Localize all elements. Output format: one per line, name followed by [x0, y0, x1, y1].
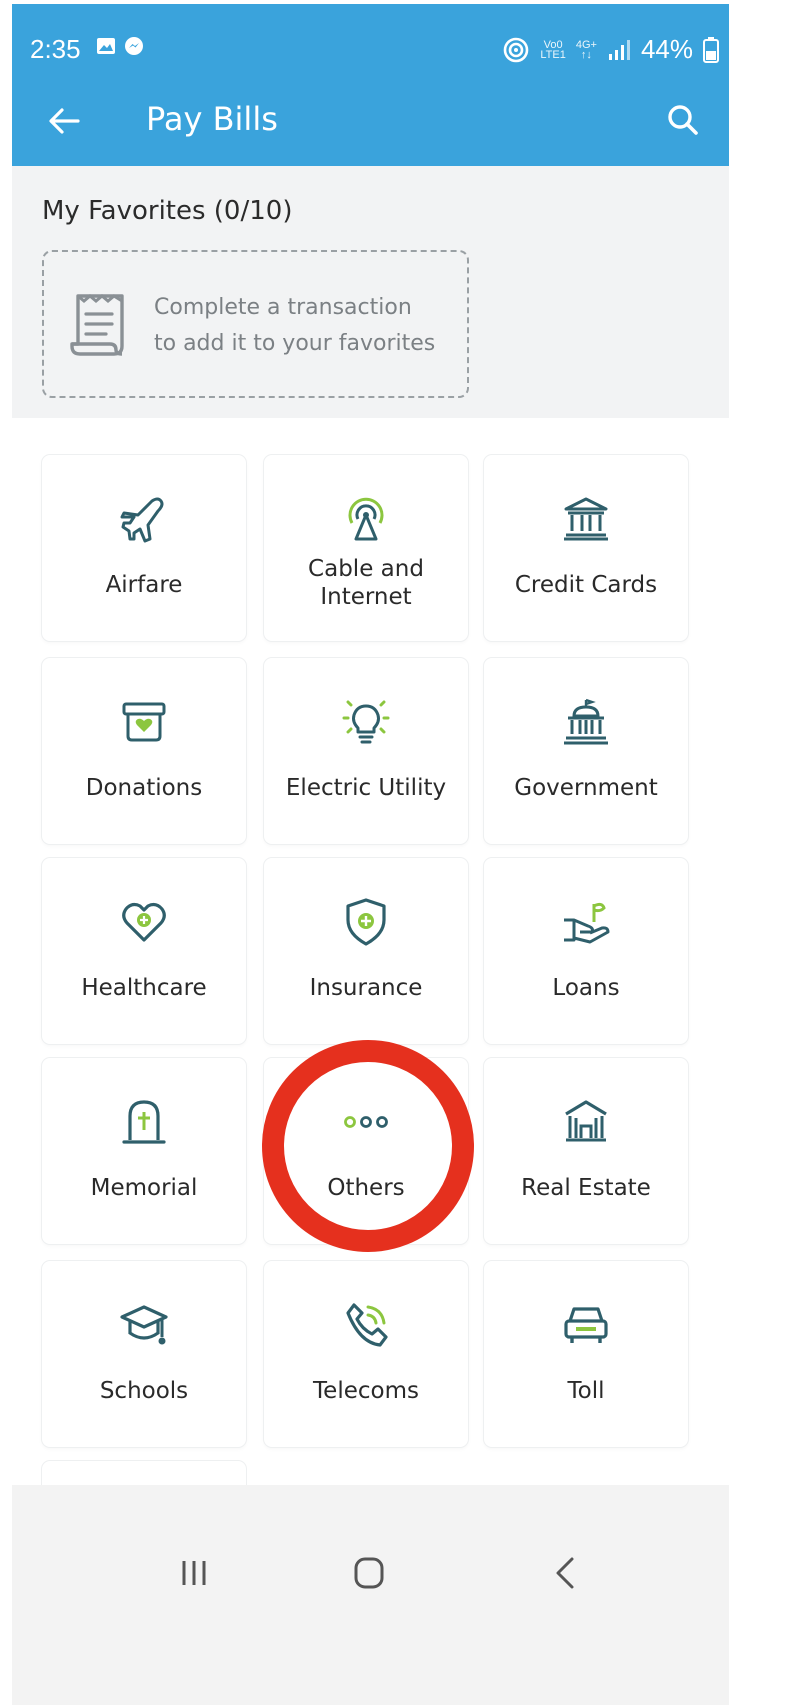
status-time: 2:35	[30, 34, 81, 64]
category-label: Memorial	[90, 1175, 198, 1201]
car-icon	[564, 1307, 608, 1343]
gallery-notification-icon	[97, 38, 115, 54]
category-memorial[interactable]: Memorial	[42, 1058, 246, 1244]
status-bar: 2:35 Vo0 LTE1 4G+ ↑↓ 44%	[12, 4, 729, 78]
category-donations[interactable]: Donations	[42, 658, 246, 844]
tombstone-icon	[122, 1100, 166, 1144]
favorites-empty-placeholder: Complete a transaction to add it to your…	[42, 250, 469, 398]
category-label: Healthcare	[81, 975, 207, 1001]
home-icon[interactable]	[349, 1553, 389, 1593]
category-label: Government	[514, 775, 658, 801]
app-bar: Pay Bills	[12, 78, 729, 166]
hotspot-icon	[504, 37, 529, 62]
category-insurance[interactable]: Insurance	[264, 858, 468, 1044]
page-title: Pay Bills	[146, 100, 278, 138]
shield-plus-icon	[346, 898, 386, 946]
government-building-icon	[564, 698, 608, 745]
heart-plus-icon	[122, 902, 166, 942]
status-right: Vo0 LTE1 4G+ ↑↓ 44%	[502, 34, 719, 65]
category-label: Cable and Internet	[308, 556, 424, 610]
category-label: Donations	[85, 775, 203, 801]
category-schools[interactable]: Schools	[42, 1261, 246, 1447]
category-electric-utility[interactable]: Electric Utility	[264, 658, 468, 844]
signal-icon	[608, 39, 630, 60]
antenna-icon	[348, 497, 384, 541]
bank-icon	[564, 497, 608, 541]
graduation-cap-icon	[120, 1305, 168, 1345]
back-nav-icon[interactable]	[546, 1553, 586, 1593]
battery-percent: 44%	[640, 34, 693, 64]
favorites-section: My Favorites (0/10) Complete a transacti…	[12, 166, 729, 418]
favorites-title: My Favorites (0/10)	[42, 196, 293, 226]
phone-icon	[346, 1303, 388, 1347]
system-nav-bar	[12, 1485, 729, 1705]
category-label: Loans	[552, 975, 620, 1001]
receipt-icon	[70, 294, 124, 356]
donation-box-icon	[122, 702, 166, 742]
category-label: Insurance	[309, 975, 423, 1001]
category-government[interactable]: Government	[484, 658, 688, 844]
category-label: Telecoms	[313, 1378, 419, 1404]
hand-plant-icon	[564, 902, 610, 944]
category-real-estate[interactable]: Real Estate	[484, 1058, 688, 1244]
airplane-icon	[120, 497, 164, 543]
category-toll[interactable]: Toll	[484, 1261, 688, 1447]
category-label: Airfare	[105, 572, 183, 598]
favorites-empty-text: Complete a transaction to add it to your…	[154, 295, 436, 356]
network-speed: 4G+ ↑↓	[575, 38, 597, 61]
category-label: Schools	[99, 1378, 189, 1404]
highlight-circle	[262, 1040, 474, 1252]
messenger-notification-icon	[125, 37, 143, 55]
search-icon[interactable]	[659, 96, 709, 146]
lightbulb-icon	[342, 700, 390, 744]
network-type: Vo0 LTE1	[540, 38, 566, 61]
category-airfare[interactable]: Airfare	[42, 455, 246, 641]
house-building-icon	[565, 1100, 607, 1142]
recent-apps-icon[interactable]	[174, 1553, 214, 1593]
category-label: Electric Utility	[285, 775, 447, 801]
back-arrow-icon[interactable]	[40, 96, 90, 146]
category-telecoms[interactable]: Telecoms	[264, 1261, 468, 1447]
battery-icon	[703, 36, 719, 63]
category-credit-cards[interactable]: Credit Cards	[484, 455, 688, 641]
category-label: Real Estate	[521, 1175, 651, 1201]
category-loans[interactable]: Loans	[484, 858, 688, 1044]
category-label: Toll	[567, 1378, 605, 1404]
screen: 2:35 Vo0 LTE1 4G+ ↑↓ 44% Pay Bills My Fa…	[0, 0, 793, 1705]
category-cable-internet[interactable]: Cable and Internet	[264, 455, 468, 641]
category-label: Credit Cards	[514, 572, 658, 598]
header: 2:35 Vo0 LTE1 4G+ ↑↓ 44% Pay Bills	[12, 4, 729, 166]
category-healthcare[interactable]: Healthcare	[42, 858, 246, 1044]
